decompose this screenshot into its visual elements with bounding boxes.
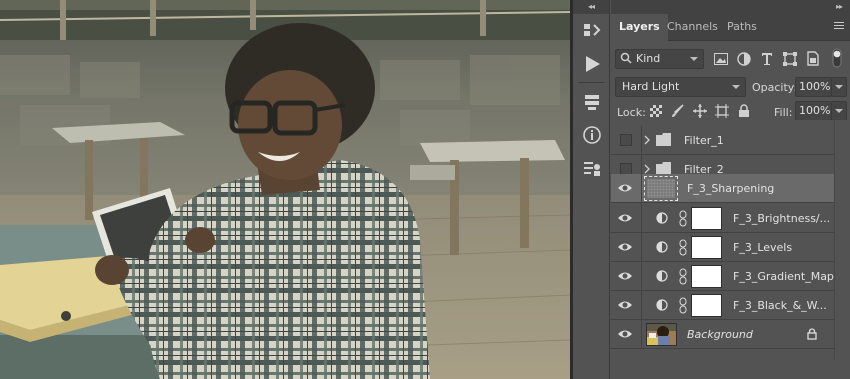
adjustment-layer-icon xyxy=(656,270,668,282)
layer-row-f3-black-white[interactable]: F_3_Black_&_W... xyxy=(611,291,834,320)
tab-channels[interactable]: Channels xyxy=(659,14,726,41)
layer-row-filter-1[interactable]: Filter_1 xyxy=(611,126,834,155)
filter-adjustment-icon[interactable] xyxy=(737,52,751,66)
link-icon[interactable] xyxy=(679,268,687,285)
column-divider xyxy=(641,233,642,262)
thumbnail-image xyxy=(647,179,675,198)
photo-image xyxy=(0,0,570,379)
layer-name[interactable]: F_3_Brightness/... xyxy=(733,204,830,233)
link-icon[interactable] xyxy=(679,239,687,256)
layer-name[interactable]: F_3_Black_&_W... xyxy=(733,291,827,320)
panel-dock-strip: ◂◂ xyxy=(573,0,610,379)
adjustment-layer-icon xyxy=(656,299,668,311)
blend-mode-dropdown[interactable]: Hard Light xyxy=(615,77,746,97)
layer-row-f3-brightness[interactable]: F_3_Brightness/... xyxy=(611,204,834,233)
tool-separator xyxy=(578,82,604,83)
background-thumbnail[interactable] xyxy=(646,323,677,346)
panel-menu-icon[interactable] xyxy=(834,22,844,32)
play-actions-icon[interactable] xyxy=(573,47,610,80)
adjustment-layer-icon xyxy=(656,241,668,253)
lock-position-move-icon[interactable] xyxy=(693,104,707,118)
eye-icon[interactable] xyxy=(617,269,633,283)
search-icon xyxy=(620,52,632,64)
lock-label: Lock: xyxy=(617,106,646,119)
eye-icon[interactable] xyxy=(617,211,633,225)
filter-smart-object-icon[interactable] xyxy=(807,51,819,66)
filter-toggle-icon[interactable] xyxy=(830,48,844,68)
lock-all-icon[interactable] xyxy=(738,104,750,118)
fill-label: Fill: xyxy=(774,106,793,119)
blend-row: Hard Light Opacity: 100% xyxy=(611,74,850,100)
eye-icon[interactable] xyxy=(617,240,633,254)
column-divider xyxy=(641,204,642,233)
eye-icon[interactable] xyxy=(617,327,633,341)
visibility-toggle[interactable] xyxy=(620,134,632,146)
chevron-down-icon xyxy=(732,85,740,89)
layer-mask-thumbnail[interactable] xyxy=(691,207,722,230)
column-divider xyxy=(641,291,642,320)
layer-name[interactable]: Background xyxy=(687,320,753,349)
eye-icon[interactable] xyxy=(617,181,633,195)
filter-shape-icon[interactable] xyxy=(783,52,797,66)
fill-input[interactable]: 100% xyxy=(795,101,832,121)
libraries-icon[interactable] xyxy=(573,85,610,118)
layers-scrollbar[interactable] xyxy=(834,120,850,360)
lock-artboard-icon[interactable] xyxy=(715,104,729,118)
document-canvas[interactable] xyxy=(0,0,570,379)
collapse-right-button[interactable]: ▸▸ xyxy=(611,0,850,14)
chevron-down-icon xyxy=(835,85,843,89)
eye-icon[interactable] xyxy=(617,298,633,312)
adjustment-layer-icon xyxy=(656,212,668,224)
lock-image-pixels-brush-icon[interactable] xyxy=(671,104,685,118)
layer-mask-thumbnail[interactable] xyxy=(691,236,722,259)
link-icon[interactable] xyxy=(679,297,687,314)
chevron-right-icon[interactable] xyxy=(644,135,650,145)
properties-icon[interactable] xyxy=(573,151,610,184)
filter-pixel-icon[interactable] xyxy=(714,53,728,65)
tab-paths[interactable]: Paths xyxy=(719,14,765,41)
layer-mask-thumbnail[interactable] xyxy=(691,294,722,317)
column-divider xyxy=(641,262,642,291)
layer-name[interactable]: F_3_Levels xyxy=(733,233,792,262)
opacity-input[interactable]: 100% xyxy=(795,77,832,97)
lock-icon xyxy=(807,328,817,340)
collapse-left-button[interactable]: ◂◂ xyxy=(573,0,609,14)
link-icon[interactable] xyxy=(679,210,687,227)
folder-icon xyxy=(656,133,671,146)
history-icon[interactable] xyxy=(573,14,610,47)
blend-mode-value: Hard Light xyxy=(622,80,680,93)
chevron-down-icon xyxy=(690,57,698,61)
layer-list: Filter_1 Filter_2 F_3_Sharpening F_3_Bri… xyxy=(611,120,850,360)
filter-kind-label: Kind xyxy=(636,52,661,65)
panel-tabs: Layers Channels Paths xyxy=(611,14,850,41)
layer-row-f3-gradient-map[interactable]: F_3_Gradient_Map xyxy=(611,262,834,291)
info-icon[interactable] xyxy=(573,118,610,151)
column-divider xyxy=(641,174,642,203)
filter-type-icon[interactable] xyxy=(761,52,773,66)
layer-mask-thumbnail[interactable] xyxy=(691,265,722,288)
layers-panel: ▸▸ Layers Channels Paths Kind Hard Light… xyxy=(611,0,850,379)
opacity-slider-button[interactable] xyxy=(831,77,847,97)
lock-transparent-pixels-icon[interactable] xyxy=(650,105,662,117)
layer-row-f3-levels[interactable]: F_3_Levels xyxy=(611,233,834,262)
smart-object-thumbnail[interactable] xyxy=(644,176,678,201)
filter-row: Kind xyxy=(611,44,850,74)
layer-name[interactable]: Filter_1 xyxy=(684,126,724,155)
fill-slider-button[interactable] xyxy=(831,101,847,121)
column-divider xyxy=(641,126,642,155)
opacity-label: Opacity: xyxy=(752,81,798,94)
layer-name[interactable]: F_3_Sharpening xyxy=(687,174,774,203)
chevron-down-icon xyxy=(835,109,843,113)
column-divider xyxy=(641,320,642,349)
filter-kind-dropdown[interactable]: Kind xyxy=(615,49,704,69)
chevron-right-icon[interactable] xyxy=(644,164,650,174)
layer-row-background[interactable]: Background xyxy=(611,320,834,349)
layer-row-f3-sharpening[interactable]: F_3_Sharpening xyxy=(611,174,834,203)
layer-name[interactable]: F_3_Gradient_Map xyxy=(733,262,834,291)
